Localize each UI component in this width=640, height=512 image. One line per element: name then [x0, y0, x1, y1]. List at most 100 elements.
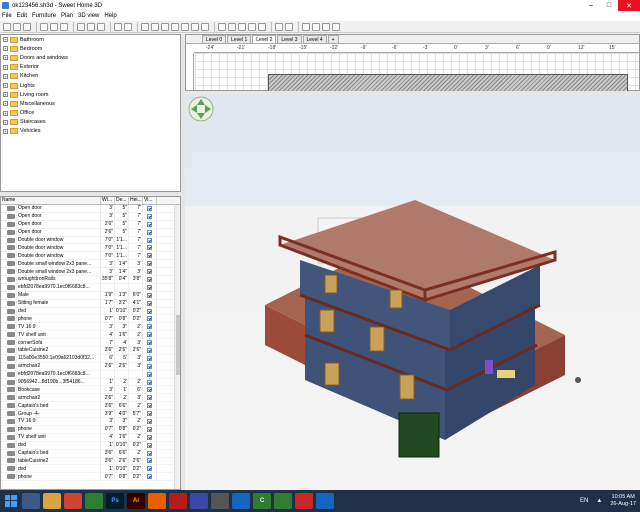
- table-row[interactable]: dvd 1' 0'10" 0'2": [1, 441, 180, 450]
- table-row[interactable]: Double door window 7'0" 1'1... 7': [1, 236, 180, 245]
- copy-button[interactable]: [50, 22, 58, 31]
- photoshop-icon[interactable]: Ps: [106, 493, 124, 509]
- visible-checkbox[interactable]: [143, 212, 157, 220]
- visible-checkbox[interactable]: [143, 236, 157, 244]
- remote-icon[interactable]: [316, 493, 334, 509]
- catalog-category-office[interactable]: + Office: [1, 109, 180, 118]
- pan-mode-button[interactable]: [151, 22, 159, 31]
- browser-icon[interactable]: [22, 493, 40, 509]
- select-mode-button[interactable]: [141, 22, 149, 31]
- sweet-home-3d-icon[interactable]: [295, 493, 313, 509]
- visible-checkbox[interactable]: [143, 220, 157, 228]
- column-header-name[interactable]: Name: [1, 197, 101, 204]
- expand-icon[interactable]: +: [3, 83, 8, 89]
- help-button[interactable]: [332, 22, 340, 31]
- visible-checkbox[interactable]: [143, 252, 157, 260]
- minimize-button[interactable]: –: [582, 0, 600, 11]
- visible-checkbox[interactable]: [143, 244, 157, 252]
- tray-expand-icon[interactable]: ▲: [596, 498, 602, 504]
- table-row[interactable]: Open door 3' 5" 7': [1, 205, 180, 213]
- table-row[interactable]: tableCuisine2 3'6" 2'6" 2'6": [1, 347, 180, 355]
- catalog-category-doors-and-windows[interactable]: + Doors and windows: [1, 53, 180, 62]
- add-furniture-button[interactable]: [114, 22, 122, 31]
- table-row[interactable]: ebfd2078ea9970.1ec0f6683c8...: [1, 370, 180, 379]
- visible-checkbox[interactable]: [143, 260, 157, 268]
- firefox-icon[interactable]: [148, 493, 166, 509]
- zoom-out-button[interactable]: [285, 22, 293, 31]
- bold-button[interactable]: [228, 22, 236, 31]
- visible-checkbox[interactable]: [143, 402, 157, 410]
- visible-checkbox[interactable]: [143, 276, 157, 283]
- create-walls-button[interactable]: [161, 22, 169, 31]
- expand-icon[interactable]: +: [3, 101, 8, 107]
- visible-checkbox[interactable]: [143, 339, 157, 347]
- visible-checkbox[interactable]: [143, 433, 157, 441]
- visible-checkbox[interactable]: [143, 228, 157, 236]
- open-button[interactable]: [13, 22, 21, 31]
- tab-level-0[interactable]: Level 0: [202, 35, 227, 43]
- text-style-button[interactable]: [218, 22, 226, 31]
- table-row[interactable]: Bookcase 3' 1' 6': [1, 386, 180, 395]
- file-explorer-icon[interactable]: [43, 493, 61, 509]
- visible-checkbox[interactable]: [143, 331, 157, 339]
- visible-checkbox[interactable]: [143, 307, 157, 315]
- expand-icon[interactable]: +: [3, 128, 8, 134]
- save-button[interactable]: [23, 22, 31, 31]
- new-home-button[interactable]: [3, 22, 11, 31]
- create-photo-button[interactable]: [302, 22, 310, 31]
- expand-icon[interactable]: +: [3, 92, 8, 98]
- catalog-category-miscellaneous[interactable]: + Miscellaneous: [1, 99, 180, 108]
- expand-icon[interactable]: +: [3, 55, 8, 61]
- windows-start-icon[interactable]: [0, 490, 22, 512]
- table-row[interactable]: Double door window 7'0" 1'1... 7': [1, 244, 180, 253]
- expand-icon[interactable]: +: [3, 37, 8, 43]
- table-row[interactable]: Group -4- 3'9" 4'0" 5'7": [1, 410, 180, 419]
- visible-checkbox[interactable]: [143, 378, 157, 386]
- table-row[interactable]: Double small window 2x3 pane... 3' 1'4" 3': [1, 260, 180, 269]
- column-header-visible[interactable]: Vi...: [143, 197, 157, 204]
- tab-level-2[interactable]: Level 2: [252, 35, 277, 43]
- visible-checkbox[interactable]: [143, 268, 157, 276]
- clock[interactable]: 10:05 AM 26-Aug-17: [610, 494, 636, 508]
- table-row[interactable]: dvd 1' 0'10" 0'2": [1, 307, 180, 316]
- decrease-text-button[interactable]: [258, 22, 266, 31]
- expand-icon[interactable]: +: [3, 110, 8, 116]
- table-row[interactable]: Captain's bed 3'6" 6'6" 2': [1, 449, 180, 458]
- visible-checkbox[interactable]: [143, 425, 157, 433]
- visible-checkbox[interactable]: [143, 457, 157, 465]
- table-row[interactable]: Sitting female 1'7" 3'2" 4'1": [1, 299, 180, 308]
- menu-help[interactable]: Help: [104, 13, 116, 19]
- expand-icon[interactable]: +: [3, 64, 8, 70]
- visible-checkbox[interactable]: [143, 394, 157, 402]
- add-level-tab[interactable]: +: [327, 35, 339, 43]
- catalog-category-vehicles[interactable]: + Vehicles: [1, 127, 180, 136]
- increase-text-button[interactable]: [248, 22, 256, 31]
- visible-checkbox[interactable]: [143, 323, 157, 331]
- visible-checkbox[interactable]: [143, 362, 157, 370]
- menu-edit[interactable]: Edit: [17, 13, 27, 19]
- furniture-list-scrollbar[interactable]: [174, 205, 180, 489]
- generic-app-icon[interactable]: [190, 493, 208, 509]
- word-icon[interactable]: [232, 493, 250, 509]
- visible-checkbox[interactable]: [143, 354, 157, 362]
- table-row[interactable]: wroughtIronRails 35'8" 0'4" 3'8": [1, 276, 180, 284]
- table-row[interactable]: Open door 3' 5" 7': [1, 212, 180, 221]
- catalog-category-bathroom[interactable]: + Bathroom: [1, 35, 180, 44]
- visible-checkbox[interactable]: [143, 473, 157, 481]
- undo-button[interactable]: [77, 22, 85, 31]
- table-row[interactable]: Male 1'9" 1'3" 6'0": [1, 291, 180, 300]
- chrome-icon-2[interactable]: [274, 493, 292, 509]
- visible-checkbox[interactable]: [143, 441, 157, 449]
- table-row[interactable]: phone 0'7" 0'8" 0'2": [1, 473, 180, 482]
- create-dimensions-button[interactable]: [191, 22, 199, 31]
- visible-checkbox[interactable]: [143, 370, 157, 378]
- create-polylines-button[interactable]: [181, 22, 189, 31]
- visible-checkbox[interactable]: [143, 465, 157, 473]
- illustrator-icon[interactable]: Ai: [127, 493, 145, 509]
- add-text-button[interactable]: [201, 22, 209, 31]
- table-row[interactable]: Double door window 7'0" 1'1... 7': [1, 252, 180, 261]
- table-row[interactable]: 9056942...8d190b...3f54186... 1' 2' 2': [1, 378, 180, 387]
- table-row[interactable]: TV shelf unit 4' 1'6" 2': [1, 331, 180, 340]
- visible-checkbox[interactable]: [143, 291, 157, 299]
- table-row[interactable]: TV 16:9 3' 3" 2': [1, 323, 180, 332]
